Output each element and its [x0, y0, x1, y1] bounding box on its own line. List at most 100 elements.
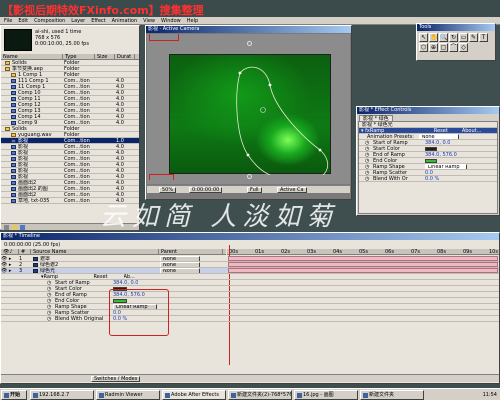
timeline-columns: 👁♪ # Source Name Parent — [1, 249, 226, 255]
tool-icon[interactable]: ◇ — [459, 43, 468, 52]
ec-prop-row: ◷ Blend With Or 0.0 % — [359, 176, 497, 182]
top-banner: 【影视后期特效FXinfo.com】搜集整理 — [0, 0, 500, 17]
tool-icon[interactable]: ▭ — [459, 33, 468, 42]
menu-animation[interactable]: Animation — [112, 17, 138, 25]
ruler-tick: 09s — [463, 249, 472, 255]
taskbar-button[interactable]: 新建文件夹(2)-768*576 — [228, 390, 292, 400]
composition-icon — [11, 97, 16, 101]
clock: 11:54 — [482, 392, 497, 398]
menu-file[interactable]: File — [4, 17, 12, 25]
timeline-footer: Switches / Modes — [1, 374, 499, 382]
composition-icon — [11, 145, 16, 149]
time-ruler[interactable]: 00s 01s 02s 03s 04s 05s 06s 07s 08s 09s 10s — [227, 249, 499, 255]
column-parent[interactable]: Parent — [159, 249, 223, 254]
tool-icon[interactable]: ↻ — [449, 33, 458, 42]
menu-window[interactable]: Window — [161, 17, 181, 25]
tool-icon[interactable]: ⌒ — [449, 43, 458, 52]
tool-icon[interactable]: ▢ — [439, 43, 448, 52]
timeline-layer-row[interactable]: 👁 ▸ 3 绿色光 None — [1, 268, 499, 274]
layer-duration-bar[interactable] — [228, 268, 498, 273]
new-comp-icon[interactable] — [20, 225, 25, 230]
project-item-name: 草地, txt-035 — [18, 198, 50, 204]
timeline-panel: 影视 * Timeline 0:00:00:00 (25.00 fps) 👁♪ #… — [0, 232, 500, 384]
trash-icon[interactable] — [4, 225, 9, 230]
comp-canvas[interactable] — [169, 54, 332, 175]
tool-icon[interactable]: ⊕ — [429, 43, 438, 52]
menu-composition[interactable]: Composition — [34, 17, 65, 25]
composition-icon — [11, 169, 16, 173]
watermark: 云如简 人淡如菊 — [100, 202, 339, 232]
start-button[interactable]: 开始 — [1, 390, 27, 400]
menu-effect[interactable]: Effect — [91, 17, 105, 25]
parent-select[interactable]: None — [160, 268, 200, 273]
menu-edit[interactable]: Edit — [18, 17, 28, 25]
visibility-icon[interactable]: 👁 ▸ — [1, 268, 19, 273]
comp-window-title: 影视 · Active Camera — [146, 26, 351, 33]
ruler-tick: 03s — [307, 249, 316, 255]
timeline-layers: 👁 ▸ 1 遮罩 None 👁 ▸ 2 绿色遮2 None 👁 ▸ 3 绿色光 None ▾ Ramp R… — [1, 256, 499, 322]
ruler-tick: 07s — [411, 249, 420, 255]
timeline-timecode[interactable]: 0:00:00:00 (25.00 fps) — [4, 242, 60, 248]
column-number[interactable]: # — [19, 249, 31, 254]
tool-icon[interactable]: ↖ — [419, 33, 428, 42]
ramp-highlight-box — [109, 289, 169, 336]
composition-icon — [11, 157, 16, 161]
composition-icon — [11, 187, 16, 191]
composition-icon — [11, 199, 16, 203]
composition-icon — [11, 175, 16, 179]
banner-text: 【影视后期特效FXinfo.com】搜集整理 — [2, 4, 204, 17]
folder-icon — [5, 67, 10, 71]
effect-controls-panel: 影视 * Effect Controls 影视 * 绿色 影视 * 绿色光 ▾ … — [356, 106, 500, 216]
menu-help[interactable]: Help — [187, 17, 198, 25]
guide-red-top — [149, 34, 179, 41]
anchor-bottom[interactable] — [247, 174, 252, 179]
camera-select[interactable]: Active Ca — [277, 187, 307, 193]
layer-name[interactable]: 绿色光 — [40, 268, 152, 273]
stopwatch-icon[interactable]: ◷ — [47, 316, 55, 321]
tool-icon[interactable]: ✎ — [469, 33, 478, 42]
ruler-tick: 01s — [255, 249, 264, 255]
anchor-top[interactable] — [247, 41, 252, 46]
tool-icon[interactable]: ✋ — [429, 33, 438, 42]
folder-icon — [11, 133, 16, 137]
timeline-title: 影视 * Timeline — [1, 233, 499, 240]
taskbar-button[interactable]: 16.jpg - 画图 — [294, 390, 358, 400]
timecode-display[interactable]: 0:00:00:00 — [189, 187, 223, 193]
ruler-tick: 06s — [385, 249, 394, 255]
switches-modes-toggle[interactable]: Switches / Modes — [91, 376, 141, 382]
composition-icon — [11, 91, 16, 95]
color-swatch[interactable] — [425, 159, 437, 163]
layer-duration-bar[interactable] — [228, 262, 498, 267]
menu-layer[interactable]: Layer — [71, 17, 85, 25]
taskbar-button[interactable]: Adobe After Effects — [162, 390, 226, 400]
composition-icon — [11, 139, 16, 143]
taskbar-button[interactable]: 新建文件夹 — [360, 390, 424, 400]
stopwatch-icon[interactable]: ◷ — [365, 176, 373, 181]
folder-icon — [11, 73, 16, 77]
solid-layer-icon — [33, 263, 38, 267]
folder-icon — [5, 61, 10, 65]
menu-view[interactable]: View — [143, 17, 155, 25]
taskbar-button[interactable]: 192.168.2.7 — [30, 390, 94, 400]
comp-thumbnail — [4, 29, 32, 51]
composition-icon — [11, 103, 16, 107]
composition-icon — [11, 85, 16, 89]
composition-icon — [11, 79, 16, 83]
tool-icon[interactable]: ⬡ — [419, 43, 428, 52]
switch-col: 👁♪ — [1, 249, 19, 254]
resolution-select[interactable]: Full — [247, 187, 262, 193]
composition-icon — [11, 151, 16, 155]
color-swatch[interactable] — [425, 147, 437, 151]
column-source-name[interactable]: Source Name — [31, 249, 159, 254]
zoom-select[interactable]: 50% — [159, 187, 177, 193]
layer-number: 3 — [19, 268, 23, 274]
ruler-tick: 04s — [333, 249, 342, 255]
taskbar-button[interactable]: Radmin Viewer — [96, 390, 160, 400]
ec-prop-value[interactable]: 0.0 % — [425, 176, 439, 181]
comp-footer: 50% 0:00:00:00 Full Active Ca — [147, 185, 350, 193]
tool-icon[interactable]: T — [479, 33, 488, 42]
layer-duration-bar[interactable] — [228, 256, 498, 261]
tool-icon[interactable]: 🔍 — [439, 33, 448, 42]
new-folder-icon[interactable] — [12, 225, 17, 230]
mask-path[interactable] — [170, 55, 332, 175]
